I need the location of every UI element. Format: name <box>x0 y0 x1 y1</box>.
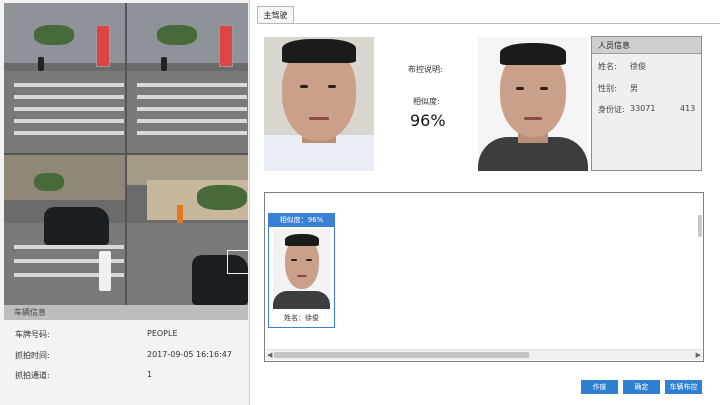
tab-main-driver[interactable]: 主驾驶 <box>257 6 294 24</box>
scroll-right-arrow-icon[interactable]: ▶ <box>696 350 701 361</box>
person-id-value-start: 33071 <box>630 104 656 113</box>
person-gender-row: 性别: 男 <box>598 83 638 94</box>
horizontal-scrollbar-thumb[interactable] <box>274 352 529 358</box>
similarity-label: 相似度: <box>413 97 440 106</box>
control-description-label: 布控说明: <box>408 65 443 74</box>
person-id-value-end: 413 <box>680 104 696 113</box>
similarity-value: 96% <box>410 111 446 130</box>
person-id-label: 身份证: <box>598 105 625 114</box>
confirm-button[interactable]: 确定 <box>623 380 660 394</box>
registered-face-image <box>478 37 588 171</box>
horizontal-scrollbar[interactable]: ◀ ▶ <box>266 349 702 360</box>
left-panel: 车辆信息 车牌号码: PEOPLE 抓拍时间: 2017-09-05 16:16… <box>0 0 250 405</box>
cancel-button[interactable]: 作废 <box>581 380 618 394</box>
snapshot-image-grid[interactable] <box>4 3 248 305</box>
scroll-left-arrow-icon[interactable]: ◀ <box>267 350 272 361</box>
vehicle-info-title: 车辆信息 <box>4 305 248 320</box>
vertical-scrollbar[interactable] <box>698 215 702 237</box>
vehicle-control-button[interactable]: 车辆布控 <box>665 380 702 394</box>
match-results-list: 相似度：96% 姓名：徐俊 ◀ ▶ <box>264 192 704 362</box>
capture-channel-label: 抓拍通道: <box>15 371 50 380</box>
person-info-title: 人员信息 <box>592 37 701 54</box>
result-card[interactable]: 相似度：96% 姓名：徐俊 <box>268 213 335 328</box>
person-name-label: 姓名: <box>598 62 617 71</box>
snapshot-image-1[interactable] <box>4 3 125 153</box>
capture-time-value: 2017-09-05 16:16:47 <box>147 350 232 359</box>
person-id-row: 身份证: 33071 413 <box>598 104 695 115</box>
capture-channel-value: 1 <box>147 370 153 379</box>
person-name-value: 徐俊 <box>630 62 646 71</box>
snapshot-image-2[interactable] <box>127 3 248 153</box>
person-info-panel: 人员信息 姓名: 徐俊 性别: 男 身份证: 33071 413 <box>591 36 702 171</box>
result-card-similarity: 相似度：96% <box>269 214 334 227</box>
result-card-face-image <box>273 229 330 309</box>
result-card-name: 姓名：徐俊 <box>284 314 319 322</box>
plate-value: PEOPLE <box>147 329 178 338</box>
person-gender-label: 性别: <box>598 84 617 93</box>
snapshot-image-4[interactable] <box>127 155 248 305</box>
plate-label: 车牌号码: <box>15 330 50 339</box>
snapshot-image-3[interactable] <box>4 155 125 305</box>
person-name-row: 姓名: 徐俊 <box>598 61 646 72</box>
captured-face-image <box>264 37 374 171</box>
person-gender-value: 男 <box>630 84 638 93</box>
capture-time-label: 抓拍时间: <box>15 351 50 360</box>
